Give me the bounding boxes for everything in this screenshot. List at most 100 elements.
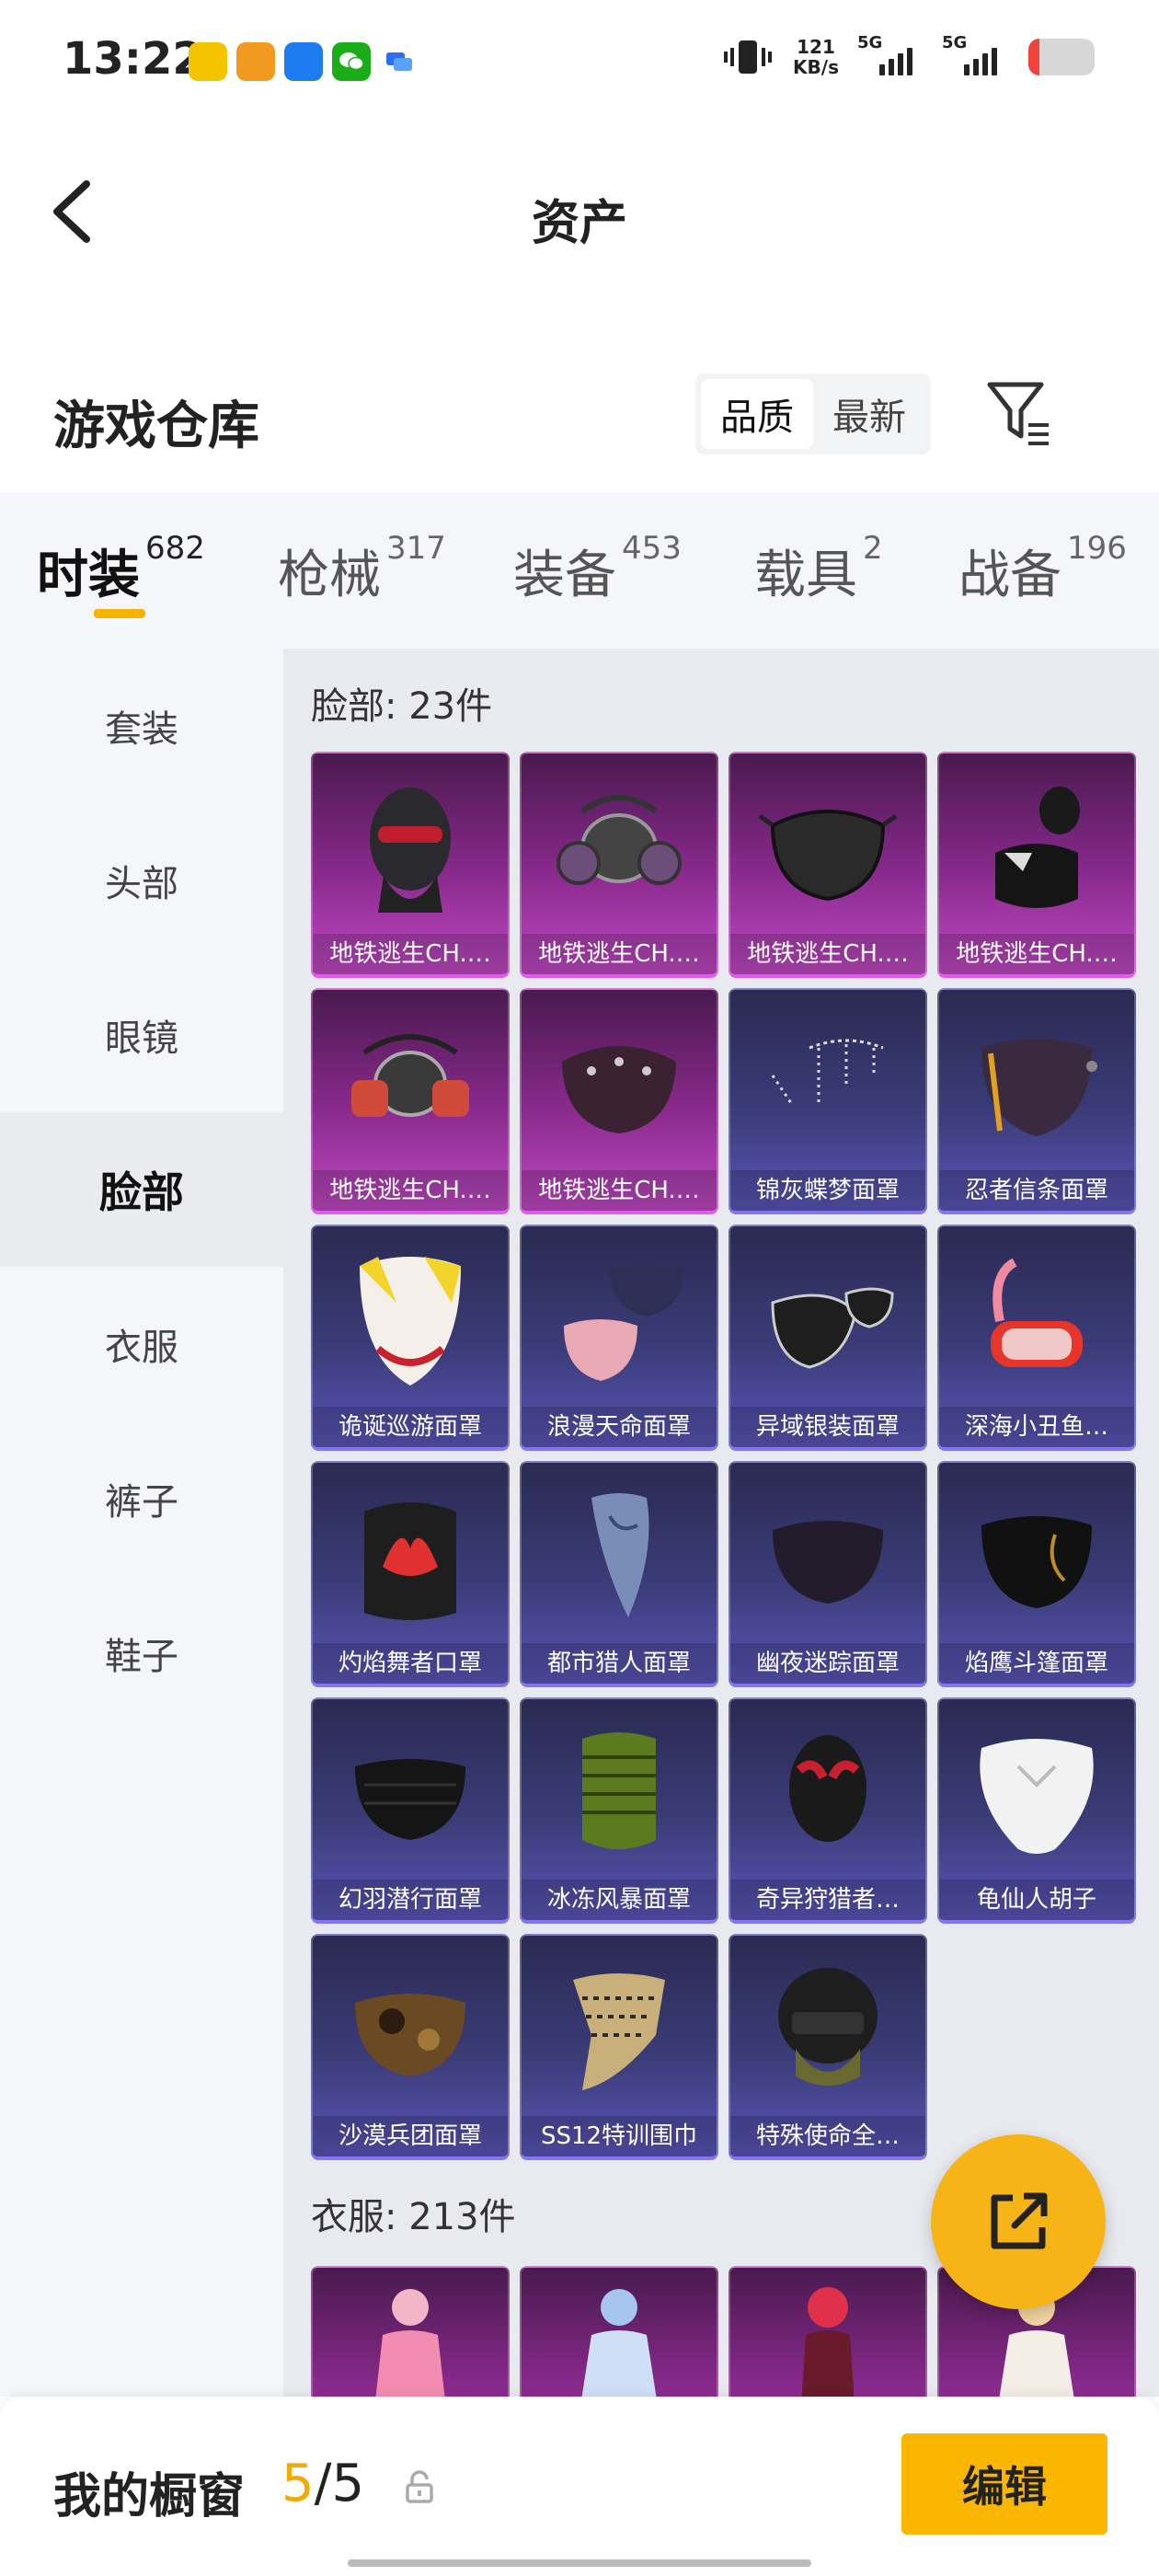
white-beard-icon <box>939 1707 1134 1881</box>
section-label-clothes: 衣服: 213件 <box>311 2196 516 2238</box>
gold-pattern-mask-icon <box>939 1470 1134 1645</box>
item-card[interactable] <box>729 2266 927 2397</box>
item-card[interactable]: 深海小丑鱼… <box>937 1225 1136 1451</box>
share-icon <box>991 2192 1048 2249</box>
net-speed-unit: KB/s <box>793 56 839 78</box>
neck-gaiter-icon <box>939 761 1134 936</box>
tab-supplies[interactable]: 战备 196 <box>958 530 1127 608</box>
balaclava-mask-icon <box>313 761 508 936</box>
respirator-icon <box>313 997 508 1172</box>
item-name: 锦灰蝶梦面罩 <box>730 1170 925 1211</box>
item-name: 地铁逃生CH.… <box>522 934 717 974</box>
showcase-count: 5/5 <box>281 2454 364 2513</box>
active-tab-indicator <box>94 609 145 618</box>
edit-button[interactable]: 编辑 <box>901 2433 1107 2535</box>
lock-icon <box>406 2470 433 2503</box>
system-indicators: 121 KB/s 5G 5G <box>723 33 1095 78</box>
sidebar-item-pants[interactable]: 裤子 <box>0 1421 283 1576</box>
tab-label: 时装 <box>37 546 140 605</box>
sim2-label: 5G <box>942 33 968 52</box>
item-card[interactable]: 灼焰舞者口罩 <box>311 1461 510 1687</box>
bandana-icon <box>522 1470 717 1645</box>
item-name: 沙漠兵团面罩 <box>313 2116 508 2156</box>
item-card[interactable]: 龟仙人胡子 <box>937 1697 1136 1924</box>
tactical-helmet-icon <box>730 1943 925 2118</box>
sidebar-item-head[interactable]: 头部 <box>0 803 283 958</box>
page-title: 资产 <box>531 196 627 251</box>
camo-mask-icon <box>313 1943 508 2118</box>
net-speed-value: 121 <box>797 36 835 58</box>
signal-icon: 5G <box>942 33 1008 75</box>
section-label-face: 脸部: 23件 <box>311 685 493 728</box>
item-name: 地铁逃生CH.… <box>313 934 508 974</box>
item-card[interactable]: SS12特训围巾 <box>520 1934 718 2160</box>
sort-toggle: 品质 最新 <box>695 374 931 454</box>
sort-newest-option[interactable]: 最新 <box>813 379 925 449</box>
item-card[interactable]: 都市猎人面罩 <box>520 1461 718 1687</box>
app-notification-icon <box>236 42 275 81</box>
item-card[interactable]: 地铁逃生CH.… <box>937 752 1136 978</box>
item-card[interactable]: 忍者信条面罩 <box>937 988 1136 1214</box>
item-card[interactable]: 异域银装面罩 <box>729 1225 927 1451</box>
gas-mask-icon <box>522 761 717 936</box>
item-card[interactable]: 奇异狩猎者… <box>729 1697 927 1924</box>
snorkel-mask-icon <box>939 1234 1134 1409</box>
tab-label: 战备 <box>958 546 1061 605</box>
item-card[interactable]: 锦灰蝶梦面罩 <box>729 988 927 1214</box>
tab-count: 196 <box>1067 530 1127 567</box>
item-name: 特殊使命全… <box>730 2116 925 2156</box>
tab-count: 682 <box>145 530 205 567</box>
hunter-mask-icon <box>730 1707 925 1881</box>
tab-equipment[interactable]: 装备 453 <box>513 530 682 608</box>
red-hair-figure-icon <box>730 2275 925 2397</box>
wechat-notification-icon <box>332 42 371 81</box>
home-indicator <box>348 2559 811 2567</box>
item-card[interactable] <box>520 2266 718 2397</box>
sim1-label: 5G <box>857 33 883 52</box>
sidebar-item-shoes[interactable]: 鞋子 <box>0 1576 283 1731</box>
nav-bar: 资产 <box>0 147 1159 276</box>
item-name: 异域银装面罩 <box>730 1407 925 1447</box>
item-card[interactable]: 冰冻风暴面罩 <box>520 1697 718 1924</box>
showcase-label: 我的橱窗 <box>53 2469 246 2524</box>
item-card[interactable]: 沙漠兵团面罩 <box>311 1934 510 2160</box>
item-card[interactable]: 焰鹰斗篷面罩 <box>937 1461 1136 1687</box>
item-card[interactable]: 特殊使命全… <box>729 1934 927 2160</box>
flame-mask-icon <box>313 1470 508 1645</box>
item-name: 幻羽潜行面罩 <box>313 1880 508 1920</box>
message-notification-icon <box>380 42 419 81</box>
filter-button[interactable] <box>984 377 1058 451</box>
blue-dress-figure-icon <box>522 2275 717 2397</box>
item-card[interactable]: 幽夜迷踪面罩 <box>729 1461 927 1687</box>
bottom-bar: 我的橱窗 5/5 编辑 <box>0 2397 1159 2576</box>
sidebar-item-face[interactable]: 脸部 <box>0 1112 283 1267</box>
tab-count: 453 <box>622 530 682 567</box>
item-name: 冰冻风暴面罩 <box>522 1880 717 1920</box>
item-name: 焰鹰斗篷面罩 <box>939 1643 1134 1684</box>
item-card[interactable]: 地铁逃生CH.… <box>520 988 718 1214</box>
showcase-total: 5 <box>331 2454 365 2513</box>
sidebar-item-suit[interactable]: 套装 <box>0 649 283 803</box>
tab-vehicles[interactable]: 载具 2 <box>754 530 883 608</box>
vibrate-icon <box>724 40 773 74</box>
tab-fashion[interactable]: 时装 682 <box>37 530 205 608</box>
tab-guns[interactable]: 枪械 317 <box>278 530 446 608</box>
item-card[interactable]: 地铁逃生CH.… <box>311 988 510 1214</box>
item-card[interactable]: 诡诞巡游面罩 <box>311 1225 510 1451</box>
item-card[interactable] <box>311 2266 510 2397</box>
showcase-current: 5 <box>281 2454 315 2513</box>
item-card[interactable]: 地铁逃生CH.… <box>520 752 718 978</box>
green-gaiter-icon <box>522 1707 717 1881</box>
sidebar-item-glasses[interactable]: 眼镜 <box>0 958 283 1112</box>
item-name: 龟仙人胡子 <box>939 1880 1134 1920</box>
shemagh-scarf-icon <box>522 1943 717 2118</box>
share-button[interactable] <box>931 2134 1106 2309</box>
sidebar-item-clothes[interactable]: 衣服 <box>0 1267 283 1421</box>
item-card[interactable]: 地铁逃生CH.… <box>729 752 927 978</box>
battery-icon <box>1028 39 1095 75</box>
item-card[interactable]: 地铁逃生CH.… <box>311 752 510 978</box>
filter-icon <box>987 382 1049 445</box>
sort-quality-option[interactable]: 品质 <box>701 379 813 449</box>
item-card[interactable]: 幻羽潜行面罩 <box>311 1697 510 1924</box>
item-card[interactable]: 浪漫天命面罩 <box>520 1225 718 1451</box>
